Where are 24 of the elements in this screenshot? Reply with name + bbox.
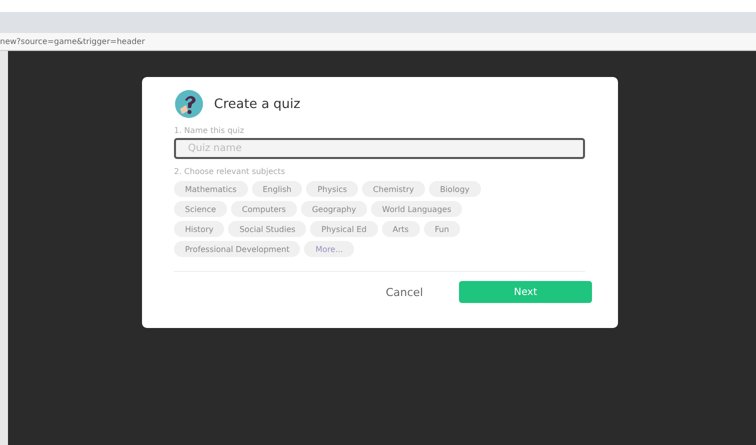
subject-chip[interactable]: Arts [382, 221, 420, 237]
subject-chip[interactable]: English [252, 181, 302, 197]
quiz-name-field[interactable]: Quiz name [174, 138, 585, 159]
subject-chip[interactable]: World Languages [371, 201, 462, 217]
subject-chip[interactable]: Computers [231, 201, 297, 217]
subject-chip[interactable]: Professional Development [174, 241, 300, 257]
subject-chip[interactable]: Mathematics [174, 181, 248, 197]
dialog-title: Create a quiz [214, 96, 300, 112]
next-button[interactable]: Next [459, 281, 592, 303]
subject-chip[interactable]: History [174, 221, 224, 237]
subject-chip[interactable]: Biology [428, 181, 481, 197]
field-label: 1. Name this quiz [174, 126, 246, 135]
more-link[interactable]: More... [304, 241, 354, 257]
section-label: 2. Choose relevant subjects [174, 167, 286, 176]
subject-chip[interactable]: Social Studies [228, 221, 306, 237]
subject-chip[interactable]: Chemistry [362, 181, 425, 197]
subject-chip[interactable]: Physics [306, 181, 358, 197]
subject-chip[interactable]: Physical Ed [310, 221, 378, 237]
subject-chip[interactable]: Geography [300, 201, 368, 217]
cancel-button[interactable]: Cancel [380, 284, 429, 300]
subject-chip[interactable]: Fun [424, 221, 460, 237]
address-url[interactable]: new?source=game&trigger=header [0, 37, 145, 46]
subject-chip[interactable]: Science [174, 201, 228, 217]
question-mark-icon [174, 89, 204, 119]
